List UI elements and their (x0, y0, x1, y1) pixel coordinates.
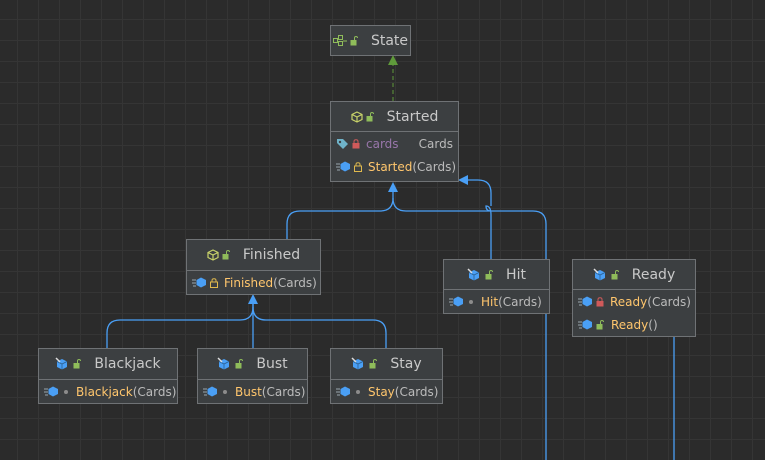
method-blackjack-params: (Cards) (132, 384, 177, 399)
interface-icon (332, 34, 347, 46)
method-started-constructor[interactable]: Started (Cards) (331, 155, 458, 178)
edge-finished-extends-started (286, 191, 394, 239)
constructor-icon (44, 386, 58, 397)
constructor-icon (336, 386, 350, 397)
arrowhead-started-right (458, 175, 468, 185)
public-lock-icon (366, 111, 374, 121)
method-hit-constructor[interactable]: Hit (Cards) (444, 290, 549, 313)
node-blackjack[interactable]: Blackjack Blackjack (Cards) (38, 348, 178, 404)
method-bust-params: (Cards) (261, 384, 306, 399)
node-blackjack-header: Blackjack (39, 349, 177, 380)
constructor-icon (203, 386, 217, 397)
node-bust-header: Bust (198, 349, 307, 380)
method-hit-params: (Cards) (498, 294, 542, 309)
method-blackjack-constructor[interactable]: Blackjack (Cards) (39, 380, 177, 403)
method-ready-constructor-noargs[interactable]: Ready() (573, 313, 695, 336)
public-lock-icon (485, 269, 494, 279)
method-bust-name: Bust (235, 384, 262, 399)
constructor-icon (336, 161, 350, 172)
arrowhead-state (388, 55, 398, 65)
node-hit-header: Hit (444, 260, 549, 290)
node-ready[interactable]: Ready Ready (Cards) Ready () (572, 259, 696, 337)
field-cards-type: Cards (418, 136, 453, 151)
public-lock-icon (350, 35, 358, 45)
constructor-icon (578, 319, 592, 330)
public-lock-icon (73, 359, 82, 369)
method-blackjack-name: Blackjack (76, 384, 133, 399)
node-blackjack-title: Blackjack (94, 356, 161, 372)
field-cards[interactable]: cards Cards (331, 132, 458, 155)
class-icon (593, 267, 605, 280)
method-started-params: (Cards) (412, 159, 457, 174)
class-icon (467, 267, 480, 280)
class-icon (217, 357, 230, 370)
constructor-icon (578, 296, 592, 307)
node-hit-title: Hit (506, 266, 526, 283)
method-stay-constructor[interactable]: Stay (Cards) (331, 380, 442, 403)
method-finished-params: (Cards) (273, 275, 317, 290)
field-cards-name: cards (366, 136, 399, 151)
method-ready-constructor-cards[interactable]: Ready (Cards) (573, 290, 695, 313)
public-lock-icon (235, 359, 244, 369)
constructor-icon (449, 296, 463, 307)
node-stay-header: Stay (331, 349, 442, 380)
field-tag-icon (337, 138, 348, 149)
method-bust-constructor[interactable]: Bust (Cards) (198, 380, 307, 403)
method-started-name: Started (368, 159, 413, 174)
arrowhead-started-bottom (388, 182, 398, 192)
public-lock-icon (611, 269, 619, 279)
node-state-title: State (370, 32, 409, 49)
class-icon (55, 357, 68, 370)
package-private-dot-icon (64, 389, 68, 394)
abstract-class-icon (207, 249, 219, 261)
method-finished-name: Finished (224, 275, 274, 290)
abstract-class-icon (351, 110, 363, 123)
package-private-dot-icon (469, 299, 473, 304)
protected-lock-icon (210, 277, 218, 288)
node-state-header: State (331, 26, 410, 55)
method-stay-name: Stay (368, 384, 395, 399)
method-ready-cards-name: Ready (610, 294, 648, 309)
method-ready-noargs-name: Ready (611, 317, 649, 332)
private-lock-icon (596, 296, 604, 306)
node-state[interactable]: State (330, 25, 411, 56)
node-finished-header: Finished (187, 240, 320, 271)
edge-right-branch-to-started (392, 197, 547, 460)
node-finished[interactable]: Finished Finished (Cards) (186, 239, 321, 295)
edge-hit-extends-started (468, 179, 492, 259)
protected-lock-icon (354, 161, 362, 172)
method-ready-noargs-params: () (648, 317, 658, 332)
method-stay-params: (Cards) (394, 384, 439, 399)
node-started[interactable]: Started cards Cards Started (Cards) (330, 101, 459, 182)
node-stay[interactable]: Stay Stay (Cards) (330, 348, 443, 404)
node-hit[interactable]: Hit Hit (Cards) (443, 259, 550, 314)
node-bust-title: Bust (256, 356, 288, 372)
public-lock-icon (222, 250, 230, 260)
edge-stay-extends-finished (252, 306, 387, 348)
method-hit-name: Hit (481, 294, 499, 309)
public-lock-icon (596, 319, 604, 329)
node-finished-title: Finished (242, 247, 301, 263)
private-lock-icon (352, 138, 360, 148)
node-bust[interactable]: Bust Bust (Cards) (197, 348, 308, 404)
node-stay-title: Stay (390, 356, 422, 372)
node-started-header: Started (331, 102, 458, 132)
constructor-icon (192, 277, 206, 288)
package-private-dot-icon (356, 389, 360, 394)
node-ready-title: Ready (631, 266, 676, 283)
method-ready-cards-params: (Cards) (647, 294, 691, 309)
public-lock-icon (369, 359, 378, 369)
node-ready-header: Ready (573, 260, 695, 290)
node-started-title: Started (386, 108, 439, 125)
package-private-dot-icon (223, 389, 227, 394)
edge-blackjack-extends-finished (106, 303, 254, 348)
class-icon (351, 357, 364, 370)
arrowhead-finished (248, 294, 258, 304)
method-finished-constructor[interactable]: Finished (Cards) (187, 271, 320, 294)
